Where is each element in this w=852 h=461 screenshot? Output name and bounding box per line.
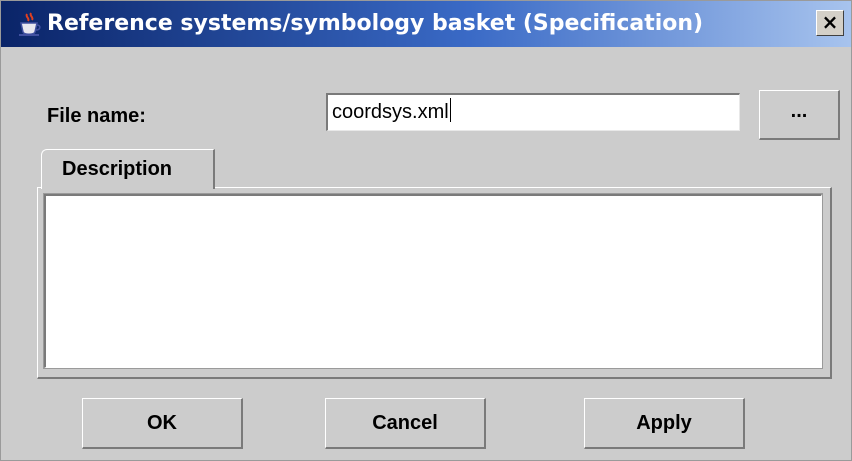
file-name-label: File name:: [47, 105, 146, 127]
tab-description[interactable]: Description: [41, 149, 215, 189]
apply-button[interactable]: Apply: [584, 398, 745, 449]
description-tab-panel: [37, 187, 832, 379]
cancel-button[interactable]: Cancel: [325, 398, 486, 449]
file-name-input[interactable]: coordsys.xml: [326, 93, 740, 131]
java-coffee-cup-icon: [19, 12, 41, 36]
title-bar[interactable]: Reference systems/symbology basket (Spec…: [1, 1, 851, 47]
file-name-value: coordsys.xml: [332, 101, 449, 123]
close-icon: ×: [821, 10, 839, 34]
dialog-window: Reference systems/symbology basket (Spec…: [0, 0, 852, 461]
close-button[interactable]: ×: [816, 10, 844, 36]
text-caret: [449, 98, 451, 122]
window-title: Reference systems/symbology basket (Spec…: [47, 11, 704, 36]
ok-button[interactable]: OK: [82, 398, 243, 449]
browse-button[interactable]: ...: [759, 90, 840, 140]
description-textarea[interactable]: [43, 193, 823, 369]
